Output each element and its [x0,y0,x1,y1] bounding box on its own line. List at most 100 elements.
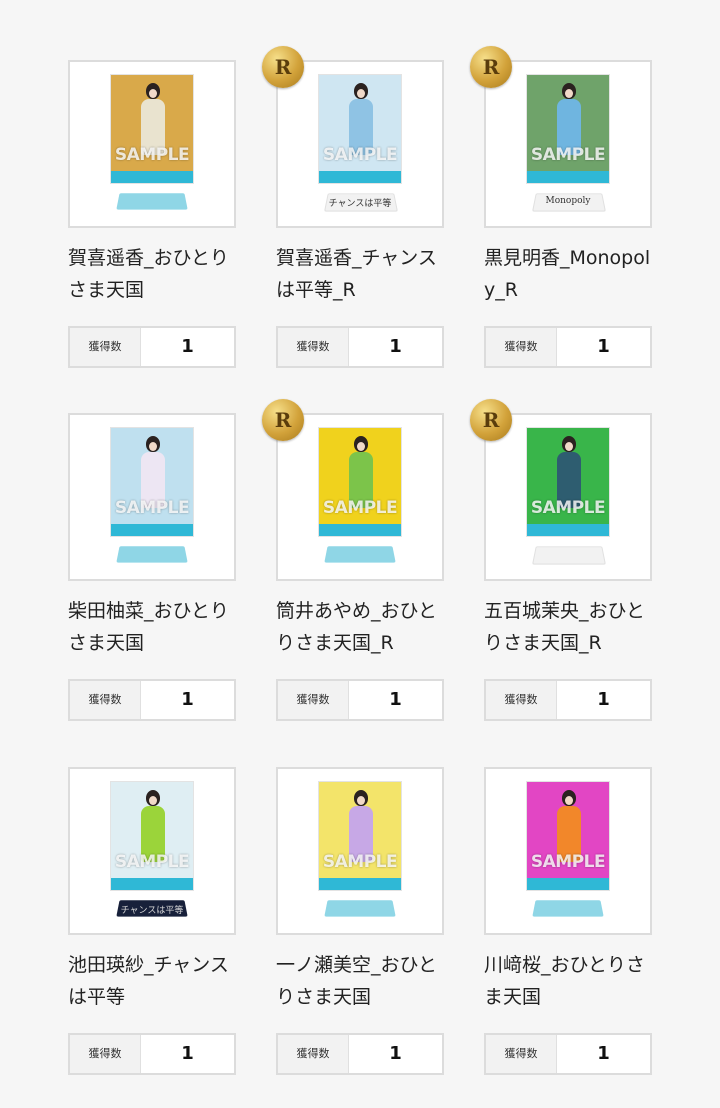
photo: SAMPLE [318,74,402,184]
count-box: 獲得数 1 [484,1033,652,1075]
count-label: 獲得数 [70,1035,141,1073]
collection-card[interactable]: SAMPLE 一ノ瀬美空_おひとりさま天国 獲得数 1 [276,767,444,1075]
sample-watermark: SAMPLE [114,852,190,872]
collection-grid: SAMPLE 賀喜遥香_おひとりさま天国 獲得数 1 SAMPLE チャンスは平… [0,0,720,1108]
name-strip [319,171,401,183]
item-title[interactable]: 柴田柚菜_おひとりさま天国 [68,595,240,659]
sample-watermark: SAMPLE [114,145,190,165]
item-title[interactable]: 筒井あやめ_おひとりさま天国_R [276,595,448,659]
card-thumbnail[interactable]: SAMPLE [68,413,236,581]
card-thumbnail[interactable]: SAMPLE チャンスは平等 [68,767,236,935]
name-strip [527,524,609,536]
collection-card[interactable]: SAMPLE R 筒井あやめ_おひとりさま天国_R 獲得数 1 [262,399,444,721]
card-thumbnail[interactable]: SAMPLE [68,60,236,228]
count-label: 獲得数 [486,681,557,719]
count-value: 1 [389,336,402,357]
count-label: 獲得数 [486,1035,557,1073]
acrylic-stand-image: SAMPLE Monopoly [526,74,610,216]
rare-badge-label: R [482,408,500,432]
count-box: 獲得数 1 [276,1033,444,1075]
acrylic-stand-image: SAMPLE [318,427,402,569]
stand-base-text: チャンスは平等 [120,906,184,916]
collection-card[interactable]: SAMPLE R 五百城茉央_おひとりさま天国_R 獲得数 1 [470,399,652,721]
photo: SAMPLE [318,427,402,537]
name-strip [527,878,609,890]
rare-badge-label: R [482,55,500,79]
rare-badge-icon: R [470,399,512,441]
stand-base [116,193,188,210]
card-thumbnail[interactable]: SAMPLE [484,767,652,935]
count-value: 1 [597,689,610,710]
name-strip [111,524,193,536]
stand-base [324,546,396,563]
acrylic-stand-image: SAMPLE [526,427,610,569]
name-strip [527,171,609,183]
count-box: 獲得数 1 [68,1033,236,1075]
photo: SAMPLE [110,781,194,891]
item-title[interactable]: 池田瑛紗_チャンスは平等 [68,949,240,1013]
rare-badge-label: R [274,55,292,79]
stand-base [324,900,396,917]
count-value: 1 [597,1043,610,1064]
item-title[interactable]: 賀喜遥香_チャンスは平等_R [276,242,448,306]
count-label: 獲得数 [70,681,141,719]
sample-watermark: SAMPLE [530,852,606,872]
collection-card[interactable]: SAMPLE 柴田柚菜_おひとりさま天国 獲得数 1 [68,413,236,721]
sample-watermark: SAMPLE [114,498,190,518]
card-thumbnail[interactable]: SAMPLE [276,767,444,935]
count-box: 獲得数 1 [68,679,236,721]
name-strip [319,524,401,536]
count-box: 獲得数 1 [276,679,444,721]
count-value: 1 [181,336,194,357]
count-value: 1 [597,336,610,357]
name-strip [111,171,193,183]
sample-watermark: SAMPLE [322,852,398,872]
item-title[interactable]: 賀喜遥香_おひとりさま天国 [68,242,240,306]
collection-card[interactable]: SAMPLE 賀喜遥香_おひとりさま天国 獲得数 1 [68,60,236,368]
rare-badge-icon: R [262,46,304,88]
acrylic-stand-image: SAMPLE [526,781,610,923]
item-title[interactable]: 黒見明香_Monopoly_R [484,242,656,306]
count-label: 獲得数 [70,328,141,366]
count-value: 1 [389,689,402,710]
count-label: 獲得数 [486,328,557,366]
photo: SAMPLE [526,74,610,184]
count-box: 獲得数 1 [484,679,652,721]
stand-base-text: Monopoly [545,196,591,206]
count-value: 1 [181,1043,194,1064]
photo: SAMPLE [526,781,610,891]
sample-watermark: SAMPLE [530,498,606,518]
count-label: 獲得数 [278,681,349,719]
acrylic-stand-image: SAMPLE チャンスは平等 [318,74,402,216]
stand-base [532,546,606,565]
acrylic-stand-image: SAMPLE [110,427,194,569]
item-title[interactable]: 一ノ瀬美空_おひとりさま天国 [276,949,448,1013]
acrylic-stand-image: SAMPLE [318,781,402,923]
rare-badge-icon: R [470,46,512,88]
name-strip [319,878,401,890]
count-box: 獲得数 1 [276,326,444,368]
sample-watermark: SAMPLE [322,498,398,518]
count-label: 獲得数 [278,1035,349,1073]
photo: SAMPLE [526,427,610,537]
photo: SAMPLE [318,781,402,891]
photo: SAMPLE [110,74,194,184]
collection-card[interactable]: SAMPLE チャンスは平等 池田瑛紗_チャンスは平等 獲得数 1 [68,767,236,1075]
stand-base-text: チャンスは平等 [328,199,392,209]
rare-badge-icon: R [262,399,304,441]
count-value: 1 [181,689,194,710]
sample-watermark: SAMPLE [530,145,606,165]
stand-base [532,900,604,917]
item-title[interactable]: 川﨑桜_おひとりさま天国 [484,949,656,1013]
acrylic-stand-image: SAMPLE [110,74,194,216]
count-value: 1 [389,1043,402,1064]
photo: SAMPLE [110,427,194,537]
count-box: 獲得数 1 [68,326,236,368]
item-title[interactable]: 五百城茉央_おひとりさま天国_R [484,595,656,659]
collection-card[interactable]: SAMPLE 川﨑桜_おひとりさま天国 獲得数 1 [484,767,652,1075]
collection-card[interactable]: SAMPLE チャンスは平等 R 賀喜遥香_チャンスは平等_R 獲得数 1 [262,46,444,368]
collection-card[interactable]: SAMPLE Monopoly R 黒見明香_Monopoly_R 獲得数 1 [470,46,652,368]
count-box: 獲得数 1 [484,326,652,368]
name-strip [111,878,193,890]
acrylic-stand-image: SAMPLE チャンスは平等 [110,781,194,923]
